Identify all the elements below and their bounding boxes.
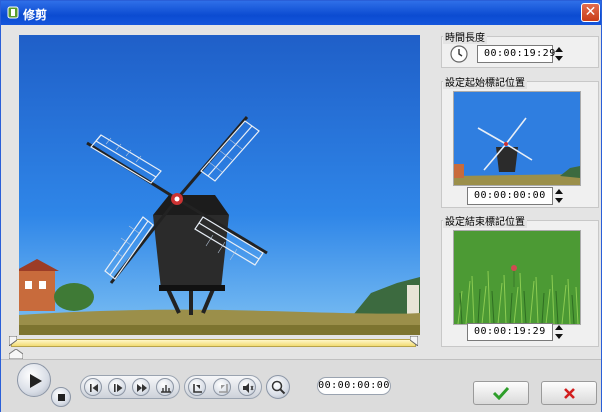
set-mark-out-button[interactable] bbox=[213, 378, 231, 396]
close-button[interactable]: ✕ bbox=[581, 3, 600, 22]
cancel-button[interactable] bbox=[541, 381, 597, 405]
navigation-group bbox=[80, 375, 180, 399]
mark-out-label: 設定結束標記位置 bbox=[443, 213, 527, 228]
previous-frame-icon bbox=[90, 384, 98, 392]
duration-spinner[interactable] bbox=[553, 45, 565, 63]
trim-bar[interactable] bbox=[9, 336, 418, 350]
zoom-button[interactable] bbox=[266, 375, 290, 399]
fast-forward-icon bbox=[137, 384, 147, 392]
add-marker-button[interactable] bbox=[156, 378, 174, 396]
clock-icon bbox=[450, 45, 468, 63]
x-icon bbox=[563, 388, 575, 399]
mark-in-frame-image bbox=[454, 92, 580, 185]
trim-range bbox=[11, 339, 416, 347]
set-mark-in-button[interactable] bbox=[188, 378, 206, 396]
mark-out-spinner[interactable] bbox=[553, 323, 565, 341]
trim-start-handle[interactable] bbox=[9, 336, 17, 346]
fast-forward-button[interactable] bbox=[132, 378, 150, 396]
check-icon bbox=[492, 386, 510, 401]
play-button[interactable] bbox=[17, 363, 51, 397]
audio-icon bbox=[243, 383, 254, 393]
play-icon bbox=[30, 374, 42, 388]
mark-in-spinner[interactable] bbox=[553, 187, 565, 205]
marker-icon bbox=[161, 385, 171, 393]
ok-button[interactable] bbox=[473, 381, 529, 405]
window-title: 修剪 bbox=[23, 8, 48, 22]
mark-out-frame-image bbox=[454, 231, 580, 324]
next-frame-icon bbox=[114, 384, 123, 392]
current-time-display: 00:00:00:00 bbox=[317, 377, 391, 395]
mark-out-time-field[interactable]: 00:00:19:29 bbox=[467, 323, 553, 341]
mark-in-icon bbox=[193, 384, 202, 393]
app-icon bbox=[7, 6, 19, 19]
mark-group bbox=[184, 375, 262, 399]
duration-time-field[interactable]: 00:00:19:29 bbox=[477, 45, 555, 63]
preview-frame-image bbox=[19, 35, 420, 335]
mark-in-label: 設定起始標記位置 bbox=[443, 74, 527, 89]
scrubber-handle[interactable] bbox=[9, 349, 23, 359]
mark-in-thumbnail bbox=[453, 91, 581, 186]
previous-frame-button[interactable] bbox=[84, 378, 102, 396]
next-frame-button[interactable] bbox=[108, 378, 126, 396]
mark-out-thumbnail bbox=[453, 230, 581, 325]
title-bar: 修剪 ✕ bbox=[1, 1, 601, 25]
audio-button[interactable] bbox=[238, 378, 256, 396]
mark-in-time-field[interactable]: 00:00:00:00 bbox=[467, 187, 553, 205]
stop-button[interactable] bbox=[51, 387, 71, 407]
trim-end-handle[interactable] bbox=[410, 336, 418, 346]
video-preview bbox=[19, 35, 420, 335]
trim-dialog: 修剪 ✕ 時間長度 00:00:19:29 設定起始標記位置 00:00:00:… bbox=[0, 0, 602, 412]
duration-label: 時間長度 bbox=[443, 29, 487, 44]
stop-icon bbox=[58, 394, 65, 401]
mark-out-icon bbox=[219, 384, 228, 393]
zoom-icon bbox=[271, 380, 286, 395]
